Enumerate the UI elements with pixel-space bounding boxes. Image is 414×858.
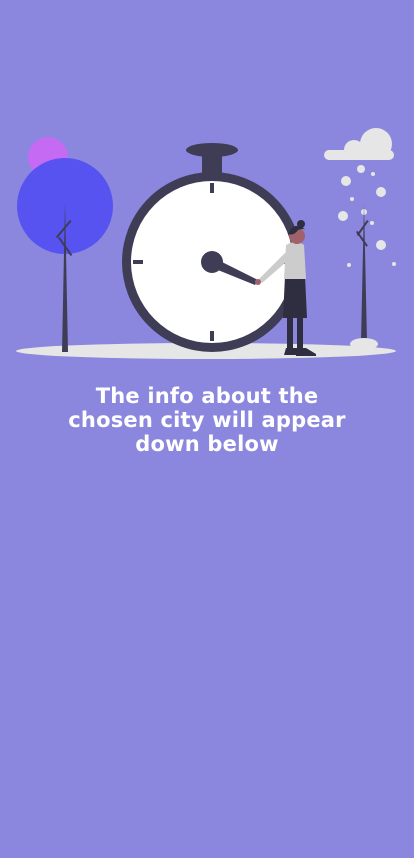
info-message-line-1: The info about the [95,384,319,408]
info-message-line-2: chosen city will appear [68,408,346,432]
info-message: The info about the chosen city will appe… [40,384,374,456]
tree-right-icon [350,204,378,350]
stopwatch-icon [122,143,302,352]
snowflakes [338,165,396,267]
info-message-line-3: down below [135,432,279,456]
cloud-icon [324,128,394,160]
clock-illustration-icon [16,128,396,359]
screen: The info about the chosen city will appe… [0,0,414,858]
